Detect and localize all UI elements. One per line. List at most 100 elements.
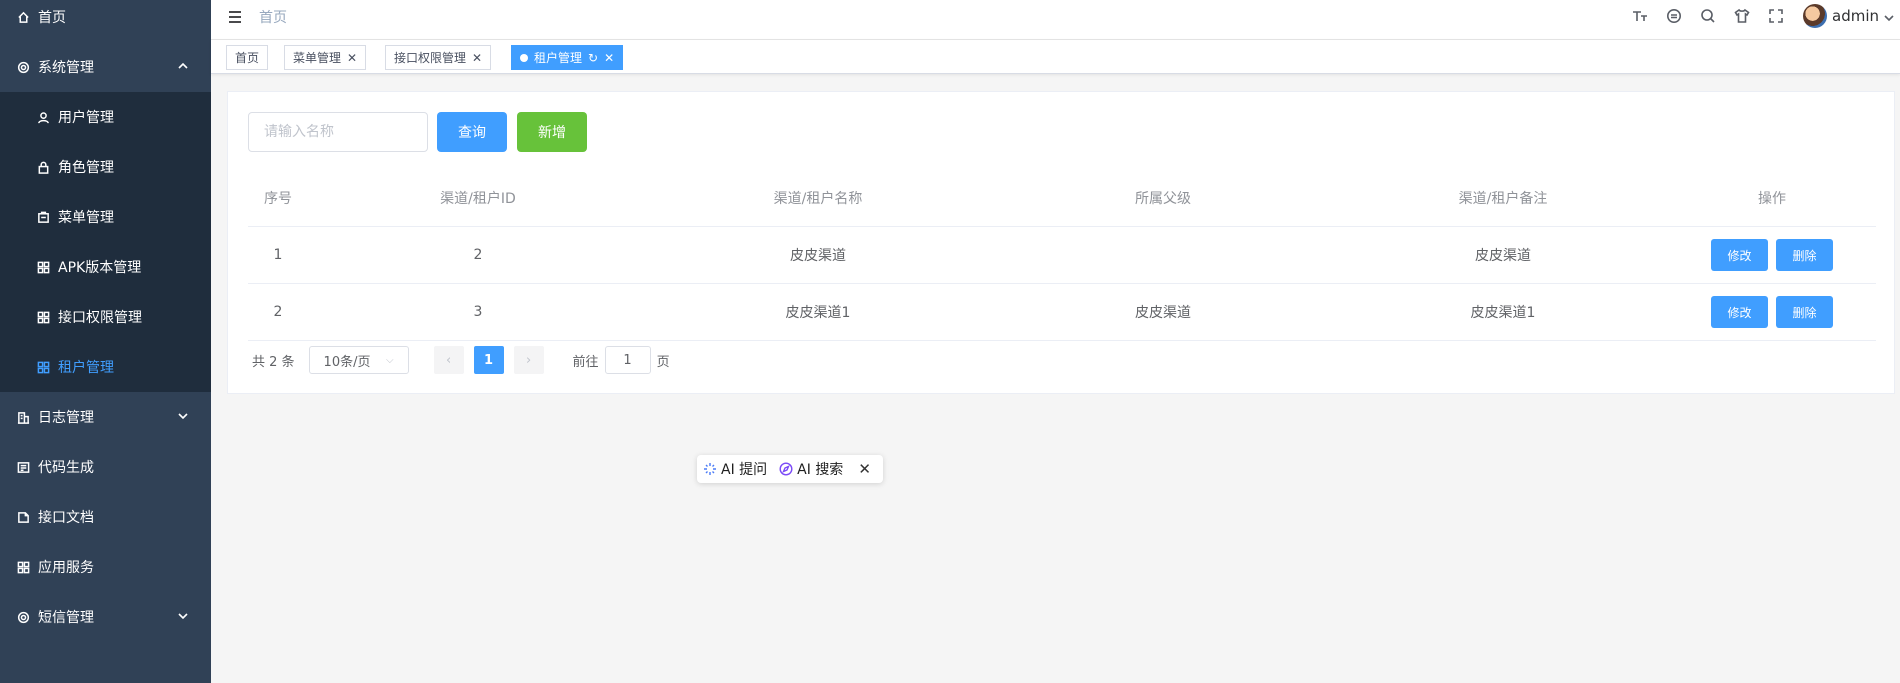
goto-suffix: 页	[656, 354, 670, 370]
table-row: 1 2 皮皮渠道 皮皮渠道 修改 删除	[248, 227, 1876, 284]
page-number-button[interactable]: 1	[473, 346, 504, 374]
sidebar-item-app-services[interactable]: 应用服务	[0, 542, 211, 592]
tab-api-permissions[interactable]: 接口权限管理 ✕	[385, 45, 492, 70]
delete-button[interactable]: 删除	[1776, 239, 1833, 271]
sidebar-item-roles[interactable]: 角色管理	[0, 142, 211, 192]
sidebar-item-users[interactable]: 用户管理	[0, 92, 211, 142]
grid-icon	[36, 360, 50, 374]
name-search-input[interactable]	[248, 112, 428, 152]
tab-label: 租户管理	[534, 51, 583, 65]
delete-button[interactable]: 删除	[1776, 296, 1833, 328]
tab-menus[interactable]: 菜单管理 ✕	[284, 45, 367, 70]
sidebar-item-menus[interactable]: 菜单管理	[0, 192, 211, 242]
tab-home[interactable]: 首页	[226, 45, 269, 70]
goto-prefix: 前往	[572, 354, 599, 370]
sidebar-item-api-docs[interactable]: 接口文档	[0, 492, 211, 542]
prev-page-button[interactable]: ‹	[433, 346, 464, 374]
close-icon[interactable]: ✕	[858, 460, 871, 478]
ai-ask-label: AI 提问	[721, 462, 768, 478]
tab-tenants[interactable]: 租户管理 ↻ ✕	[511, 45, 624, 70]
sparkle-icon	[704, 463, 716, 475]
table-header: 序号 渠道/租户ID 渠道/租户名称 所属父级 渠道/租户备注 操作	[248, 170, 1876, 227]
sidebar-item-tenants[interactable]: 租户管理	[0, 342, 211, 392]
sidebar-item-logs[interactable]: 日志管理	[0, 392, 211, 442]
ai-search-label: AI 搜索	[797, 462, 844, 478]
grid-icon	[36, 310, 50, 324]
content-card: 查询 新增 序号 渠道/租户ID 渠道/租户名称 所属父级 渠道/租户备注 操作…	[227, 91, 1895, 394]
query-button[interactable]: 查询	[437, 112, 507, 152]
sidebar-item-label: 首页	[38, 10, 66, 26]
sidebar-item-label: 日志管理	[38, 410, 94, 426]
theme-shirt-icon[interactable]	[1732, 6, 1752, 26]
tenant-table: 序号 渠道/租户ID 渠道/租户名称 所属父级 渠道/租户备注 操作 1 2 皮…	[248, 170, 1876, 341]
sidebar-item-label: 接口文档	[38, 510, 94, 526]
chevron-down-icon	[177, 410, 189, 422]
gear-icon	[16, 60, 30, 74]
user-menu[interactable]: admin	[1803, 4, 1894, 28]
sidebar-item-api-permissions[interactable]: 接口权限管理	[0, 292, 211, 342]
column-header: 渠道/租户备注	[1458, 191, 1548, 207]
lock-icon	[36, 160, 50, 174]
code-icon	[16, 460, 30, 474]
cell-id: 3	[473, 304, 483, 320]
sidebar-item-codegen[interactable]: 代码生成	[0, 442, 211, 492]
sidebar-item-sms[interactable]: 短信管理	[0, 592, 211, 642]
refresh-icon[interactable]: ↻	[588, 51, 598, 65]
column-header: 序号	[264, 191, 292, 207]
edit-button[interactable]: 修改	[1711, 239, 1768, 271]
ai-search-button[interactable]: AI 搜索	[779, 459, 843, 479]
close-icon[interactable]: ✕	[347, 51, 357, 65]
chevron-down-icon: ⌵	[385, 354, 394, 366]
user-name: admin	[1832, 7, 1879, 25]
table-row: 2 3 皮皮渠道1 皮皮渠道 皮皮渠道1 修改 删除	[248, 284, 1876, 341]
add-button[interactable]: 新增	[517, 112, 587, 152]
sidebar: 首页 系统管理 用户管理 角色管理 菜单管理 APK版本管理 接口权限管理 租户…	[0, 0, 211, 683]
font-size-icon[interactable]	[1630, 6, 1650, 26]
cell-actions: 修改 删除	[1668, 284, 1876, 340]
active-dot-icon	[520, 53, 528, 62]
user-icon	[36, 110, 50, 124]
close-icon[interactable]: ✕	[604, 51, 614, 65]
search-icon[interactable]	[1698, 6, 1718, 26]
edit-button[interactable]: 修改	[1711, 296, 1768, 328]
hamburger-icon[interactable]	[227, 9, 243, 25]
breadcrumb[interactable]: 首页	[259, 7, 287, 27]
close-icon[interactable]: ✕	[472, 51, 482, 65]
fullscreen-icon[interactable]	[1766, 6, 1786, 26]
avatar	[1803, 4, 1827, 28]
sidebar-item-label: 接口权限管理	[58, 310, 142, 326]
cell-id: 2	[473, 247, 483, 263]
home-icon	[16, 10, 30, 24]
chevron-up-icon	[177, 60, 189, 72]
sidebar-item-label: 系统管理	[38, 60, 94, 76]
grid-icon	[36, 260, 50, 274]
navbar: 首页 admin	[211, 0, 1900, 40]
tab-label: 首页	[235, 51, 260, 65]
goto-page-input[interactable]	[604, 346, 651, 374]
cell-remark: 皮皮渠道	[1475, 248, 1531, 264]
cell-name: 皮皮渠道1	[785, 305, 851, 321]
doc-icon	[16, 510, 30, 524]
pagination-total: 共 2 条	[252, 354, 295, 370]
github-icon[interactable]	[1664, 6, 1684, 26]
page-size-select[interactable]: 10条/页 ⌵	[308, 346, 409, 374]
tags-view: 首页 菜单管理 ✕ 接口权限管理 ✕ 租户管理 ↻ ✕	[211, 40, 1900, 74]
sidebar-item-label: 用户管理	[58, 110, 114, 126]
ai-toolbar: AI 提问 AI 搜索 ✕	[697, 455, 883, 483]
sidebar-item-label: 应用服务	[38, 560, 94, 576]
ai-ask-button[interactable]: AI 提问	[703, 459, 767, 479]
sidebar-item-home[interactable]: 首页	[0, 0, 211, 42]
sidebar-item-label: 菜单管理	[58, 210, 114, 226]
cell-name: 皮皮渠道	[790, 248, 846, 264]
sidebar-item-label: 角色管理	[58, 160, 114, 176]
next-page-button[interactable]: ›	[513, 346, 544, 374]
cell-actions: 修改 删除	[1668, 227, 1876, 283]
navbar-actions: admin	[1623, 0, 1900, 32]
cell-index: 1	[273, 247, 283, 263]
cell-parent	[988, 227, 1338, 283]
sidebar-item-apk[interactable]: APK版本管理	[0, 242, 211, 292]
cell-parent: 皮皮渠道	[1135, 305, 1191, 321]
grid-icon	[16, 560, 30, 574]
sidebar-item-system[interactable]: 系统管理	[0, 42, 211, 92]
cell-remark: 皮皮渠道1	[1470, 305, 1536, 321]
